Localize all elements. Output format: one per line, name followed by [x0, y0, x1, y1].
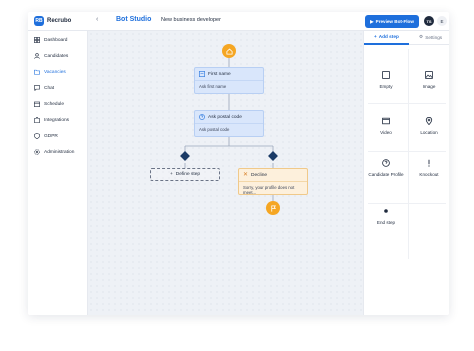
sidebar: Dashboard Candidates Vacancies Chat Sche…: [28, 31, 88, 315]
dashboard-icon: [34, 37, 40, 43]
sidebar-item-label: Schedule: [44, 101, 65, 107]
node-header: Ask postal code: [195, 111, 263, 123]
language-switch[interactable]: E: [437, 16, 447, 26]
node-title: Decline: [251, 172, 268, 178]
calendar-icon: [34, 101, 40, 107]
node-header: ✕ Decline: [239, 169, 307, 181]
step-label: Candidate Profile: [368, 172, 404, 177]
chat-icon: [34, 85, 40, 91]
tab-add-step[interactable]: + Add step: [374, 34, 399, 39]
question-icon: [382, 159, 390, 167]
puzzle-icon: [34, 117, 40, 123]
avatar[interactable]: TS: [424, 16, 434, 26]
node-body: Ask postal code: [195, 123, 263, 135]
preview-button-label: Preview Bot-Flow: [375, 19, 414, 24]
node-body: Sorry, your profile does not meet...: [239, 181, 307, 198]
sidebar-item-label: Dashboard: [44, 37, 68, 43]
step-image[interactable]: Image: [408, 71, 449, 90]
step-label: Location: [420, 130, 438, 135]
flow-canvas[interactable]: First name Ask first name Ask postal cod…: [88, 31, 363, 315]
sidebar-item-candidates[interactable]: Candidates: [34, 51, 68, 61]
divider: [368, 103, 446, 104]
logo[interactable]: RB Recrubo: [34, 16, 71, 26]
flag-icon: [270, 204, 276, 212]
condition-diamond-right[interactable]: [268, 151, 278, 161]
define-step-placeholder[interactable]: + Define step: [150, 168, 220, 181]
step-end[interactable]: End step: [365, 207, 407, 226]
logo-text: Recrubo: [47, 18, 72, 24]
define-step-label: Define step: [175, 172, 201, 177]
exclamation-icon: [428, 159, 430, 167]
close-icon: ✕: [243, 172, 249, 178]
page-title: Bot Studio: [116, 16, 152, 23]
app-window: RB Recrubo ‹ Bot Studio New business dev…: [28, 12, 449, 315]
sidebar-item-label: Candidates: [44, 53, 69, 59]
node-title: Ask postal code: [208, 114, 242, 120]
dot-icon: [384, 209, 388, 213]
tab-settings[interactable]: ⚙ Settings: [419, 34, 442, 40]
step-empty[interactable]: Empty: [365, 71, 407, 90]
square-icon: [382, 71, 390, 79]
end-node[interactable]: [266, 201, 280, 215]
preview-bot-flow-button[interactable]: ▶ Preview Bot-Flow: [365, 15, 419, 28]
tab-label: Add step: [378, 34, 399, 39]
folder-icon: [34, 69, 40, 75]
sidebar-item-label: Vacancies: [44, 69, 66, 75]
gear-icon: [34, 149, 40, 155]
logo-mark: RB: [34, 16, 44, 26]
step-label: End step: [376, 220, 396, 225]
sidebar-item-integrations[interactable]: Integrations: [34, 115, 69, 125]
step-location[interactable]: Location: [408, 117, 449, 136]
step-label: Image: [422, 84, 436, 89]
sidebar-item-administration[interactable]: Administration: [34, 147, 74, 157]
step-label: Video: [380, 130, 392, 135]
step-video[interactable]: Video: [365, 117, 407, 136]
sidebar-item-dashboard[interactable]: Dashboard: [34, 35, 67, 45]
divider: [368, 151, 446, 152]
flow-node-decline[interactable]: ✕ Decline Sorry, your profile does not m…: [238, 168, 308, 195]
plus-icon: +: [169, 172, 173, 177]
step-candidate-profile[interactable]: Candidate Profile: [365, 159, 407, 178]
text-field-icon: [199, 71, 205, 77]
image-icon: [425, 71, 433, 79]
sidebar-item-label: Integrations: [44, 117, 70, 123]
condition-diamond-left[interactable]: [180, 151, 190, 161]
gear-icon: ⚙: [419, 34, 424, 39]
start-node[interactable]: [222, 44, 236, 58]
plus-icon: +: [374, 34, 377, 39]
page-subtitle: New business developer: [161, 17, 221, 23]
flow-node-first-name[interactable]: First name Ask first name: [194, 67, 264, 94]
step-panel: + Add step ⚙ Settings Empty Image Video: [363, 31, 449, 315]
active-tab-indicator: [364, 43, 409, 45]
node-header: First name: [195, 68, 263, 80]
sidebar-item-chat[interactable]: Chat: [34, 83, 54, 93]
panel-tabs: + Add step ⚙ Settings: [364, 31, 449, 45]
sidebar-item-schedule[interactable]: Schedule: [34, 99, 64, 109]
location-icon: [425, 117, 433, 125]
shield-icon: [34, 133, 40, 139]
sidebar-item-vacancies[interactable]: Vacancies: [34, 67, 66, 77]
top-bar: RB Recrubo ‹ Bot Studio New business dev…: [28, 12, 449, 31]
home-icon: [225, 48, 233, 55]
chevron-left-icon[interactable]: ‹: [96, 16, 98, 23]
step-label: Knockout: [419, 172, 439, 177]
sidebar-item-label: Chat: [44, 85, 55, 91]
node-body: Ask first name: [195, 80, 263, 92]
sidebar-item-label: GDPR: [44, 133, 58, 139]
question-icon: [199, 114, 205, 120]
step-label: Empty: [379, 84, 393, 89]
divider: [368, 203, 446, 204]
node-title: First name: [208, 71, 231, 77]
video-icon: [382, 117, 390, 125]
user-icon: [34, 53, 40, 59]
tab-label: Settings: [425, 34, 443, 40]
sidebar-item-label: Administration: [44, 149, 75, 155]
play-icon: ▶: [370, 18, 374, 24]
flow-node-postal-code[interactable]: Ask postal code Ask postal code: [194, 110, 264, 137]
sidebar-item-gdpr[interactable]: GDPR: [34, 131, 58, 141]
step-knockout[interactable]: Knockout: [408, 159, 449, 178]
